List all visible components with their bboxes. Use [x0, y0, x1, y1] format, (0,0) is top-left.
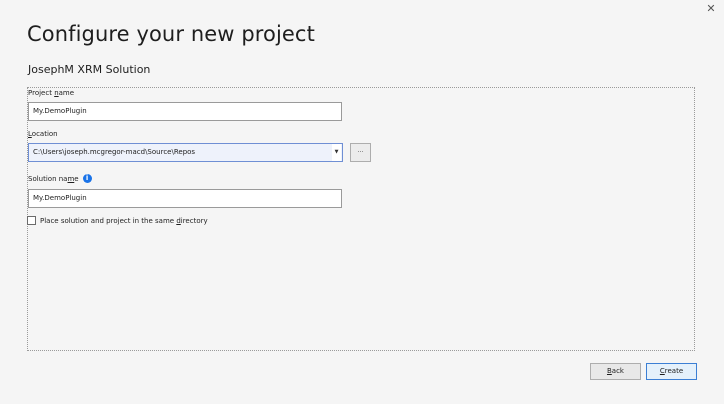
project-name-label: Project name [28, 89, 75, 97]
solution-name-label: Solution name i [28, 174, 92, 183]
template-name: JosephM XRM Solution [28, 63, 151, 76]
info-icon[interactable]: i [82, 174, 92, 183]
solution-name-input[interactable]: My.DemoPlugin [28, 189, 342, 208]
back-button[interactable]: Back [590, 363, 641, 380]
browse-button[interactable]: ... [350, 143, 371, 162]
project-name-input[interactable]: My.DemoPlugin [28, 102, 342, 121]
page-title: Configure your new project [27, 22, 315, 46]
same-directory-checkbox[interactable] [27, 216, 36, 225]
create-button[interactable]: Create [646, 363, 697, 380]
location-label: Location [28, 130, 58, 138]
location-value: C:\Users\joseph.mcgregor-macd\Source\Rep… [33, 148, 196, 156]
location-combobox[interactable]: C:\Users\joseph.mcgregor-macd\Source\Rep… [28, 143, 343, 162]
same-directory-label[interactable]: Place solution and project in the same d… [40, 216, 208, 226]
close-icon[interactable]: ✕ [704, 2, 718, 16]
chevron-down-icon[interactable]: ▼ [332, 144, 341, 161]
